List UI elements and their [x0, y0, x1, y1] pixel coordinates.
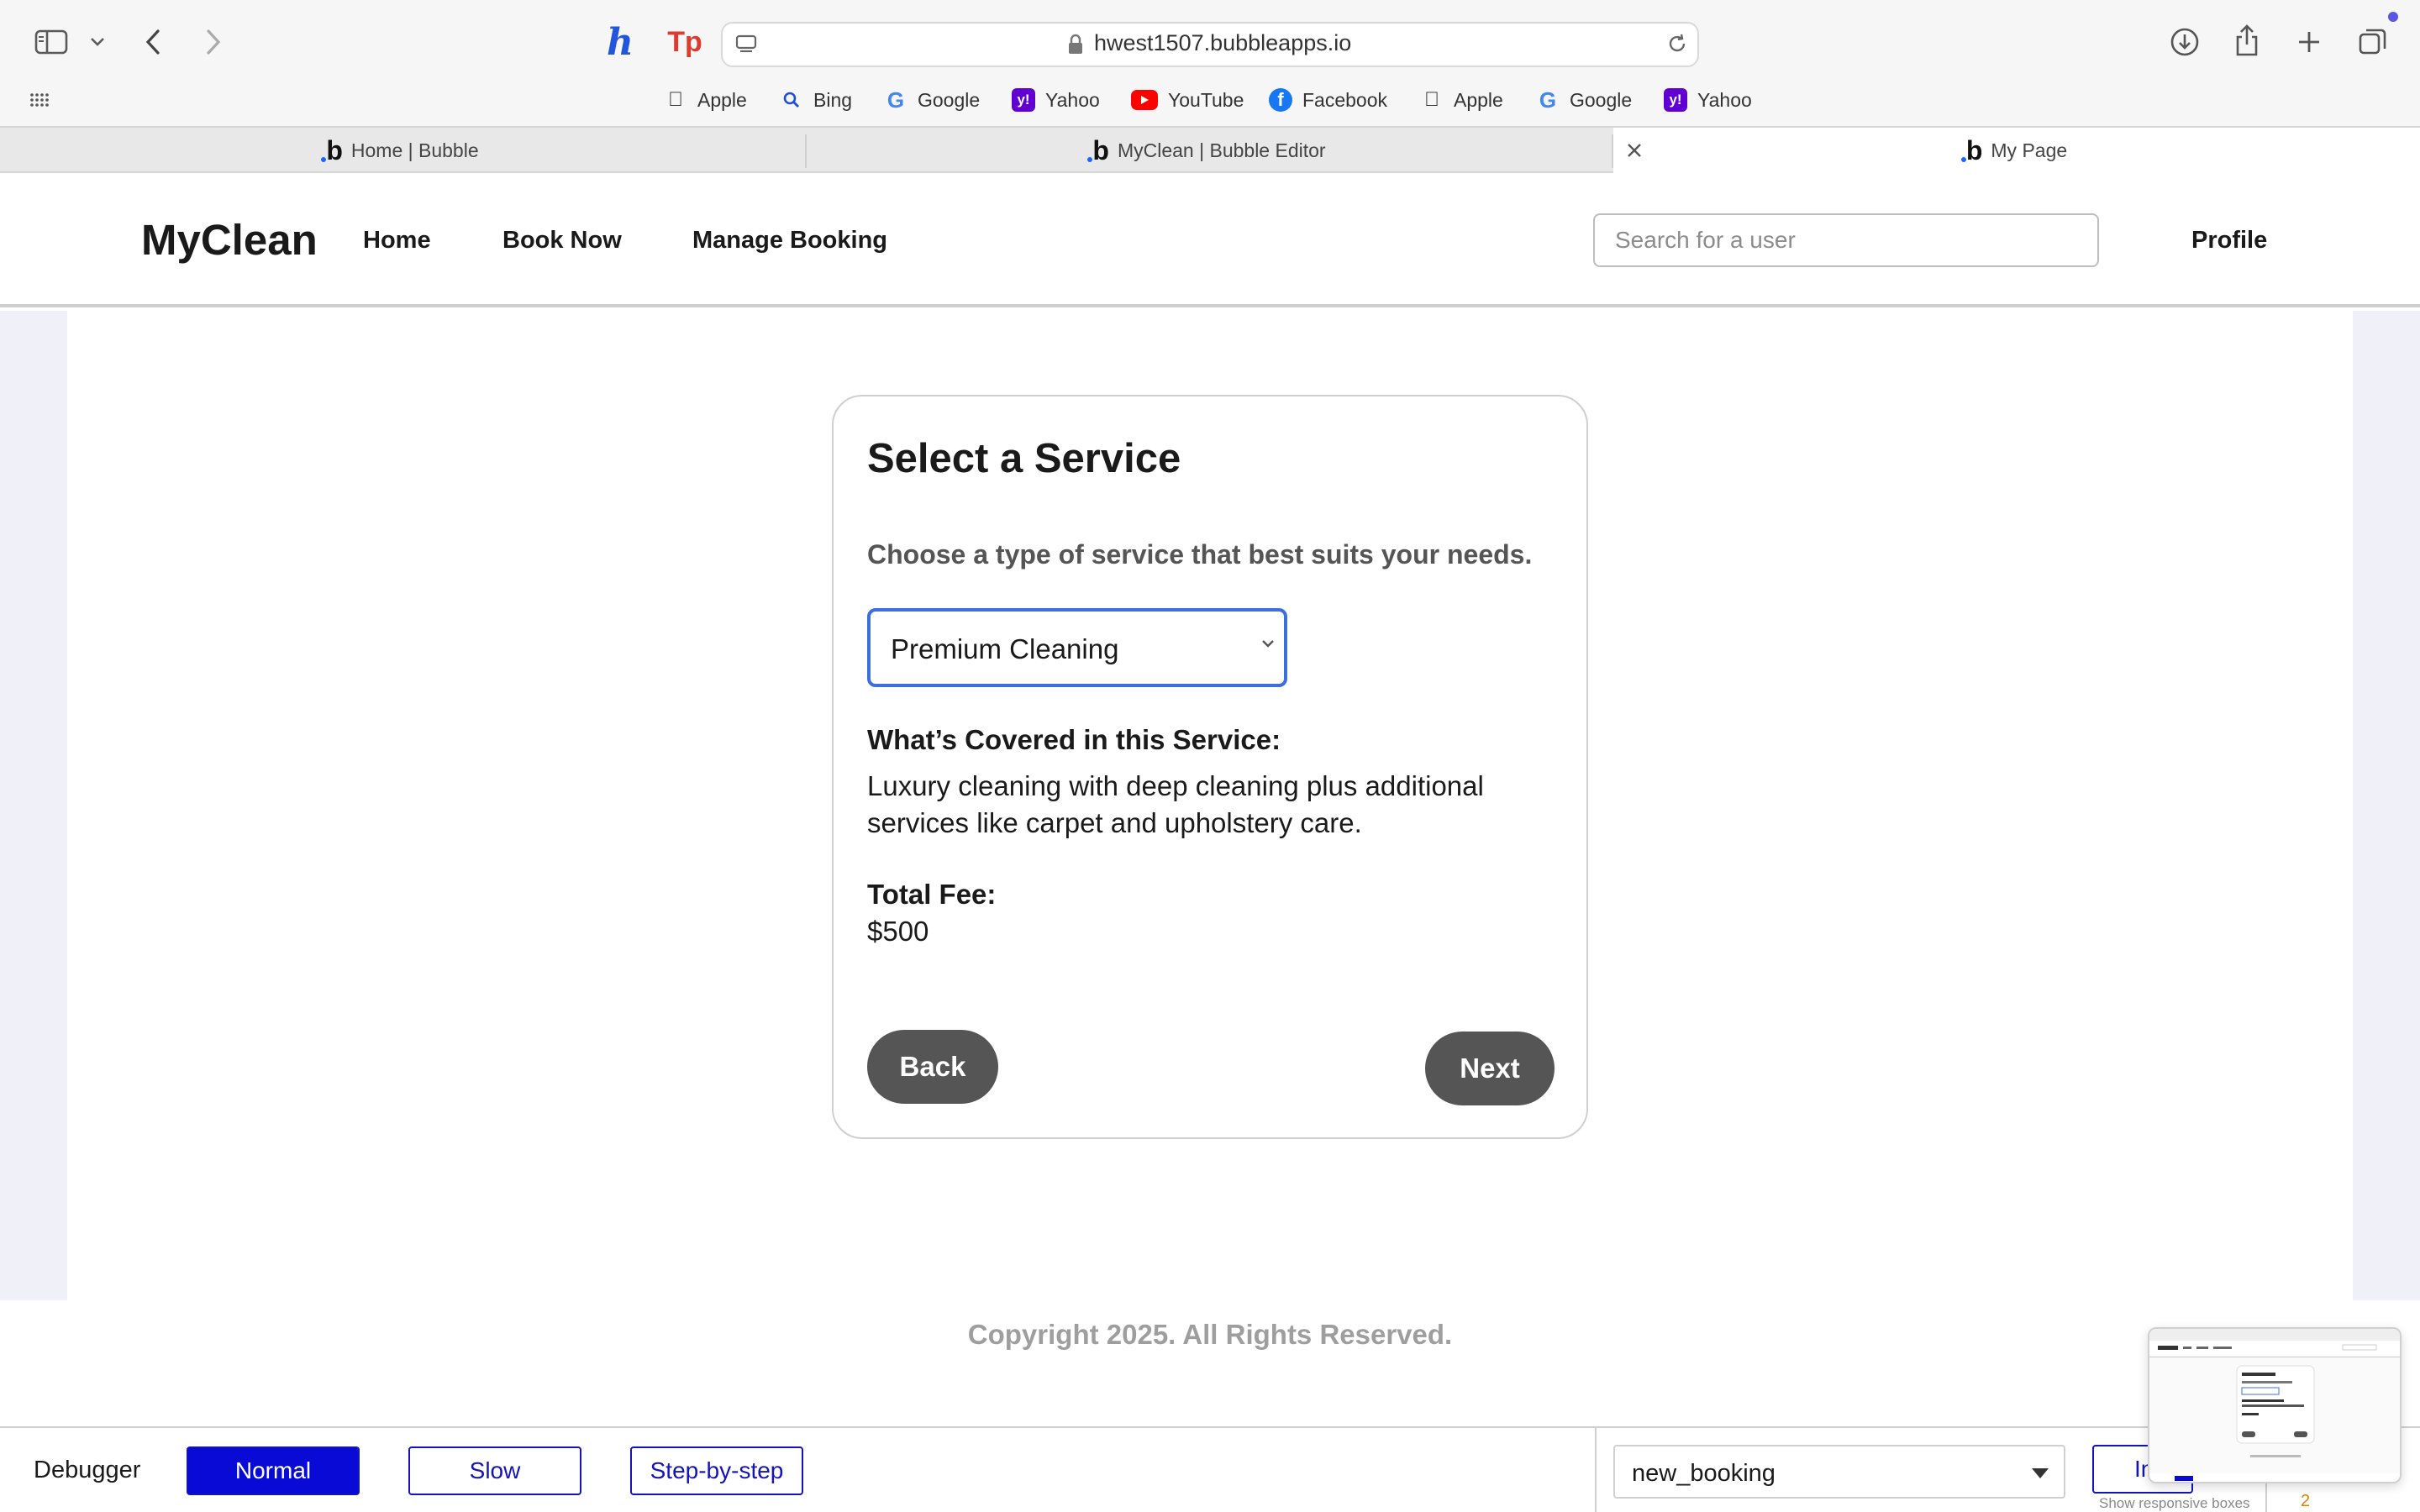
bookmark-youtube[interactable]: YouTube	[1131, 82, 1244, 118]
service-dropdown-value: Premium Cleaning	[891, 633, 1119, 664]
window-preview-thumbnail[interactable]	[2148, 1327, 2402, 1483]
covered-title: What’s Covered in this Service:	[867, 724, 1281, 755]
bookmark-google[interactable]: G Google	[884, 82, 980, 118]
chevron-down-icon[interactable]	[87, 32, 108, 52]
nav-book-now[interactable]: Book Now	[502, 227, 622, 255]
sidebar-icon[interactable]	[32, 27, 71, 57]
bookmark-yahoo[interactable]: y! Yahoo	[1012, 82, 1100, 118]
bookmark-label: Bing	[813, 88, 853, 111]
tab-label: My Page	[1991, 139, 2068, 161]
yahoo-icon: y!	[1664, 88, 1687, 112]
debugger-label: Debugger	[34, 1457, 141, 1483]
covered-description: Luxury cleaning with deep cleaning plus …	[867, 770, 1484, 838]
service-dropdown[interactable]: Premium Cleaning	[867, 608, 1287, 687]
yahoo-icon: y!	[1012, 88, 1035, 112]
tab-home-bubble[interactable]: b Home | Bubble	[0, 128, 805, 173]
brand-logo[interactable]: MyClean	[141, 215, 318, 265]
chevron-down-icon	[1260, 632, 1276, 654]
browser-chrome: h Tp hwest1507.bubbleapps.io  Apple	[0, 0, 2420, 126]
bookmark-google-2[interactable]: G Google	[1536, 82, 1632, 118]
debugger-divider	[2265, 1478, 2267, 1512]
debugger-bar: Debugger Normal Slow Step-by-step new_bo…	[0, 1426, 2420, 1512]
card-title: Select a Service	[867, 436, 1181, 481]
page-menu-icon[interactable]	[733, 32, 760, 57]
bookmark-apple[interactable]:  Apple	[664, 82, 747, 118]
facebook-icon: f	[1269, 88, 1292, 112]
debug-mode-slow[interactable]: Slow	[408, 1446, 581, 1495]
app-header: MyClean Home Book Now Manage Booking Pro…	[0, 175, 2420, 307]
tab-label: MyClean | Bubble Editor	[1117, 139, 1326, 161]
new-tab-icon[interactable]	[2292, 25, 2326, 59]
tab-my-page[interactable]: b My Page	[1613, 128, 2420, 173]
search-icon	[780, 88, 803, 112]
debugger-divider	[1595, 1428, 1597, 1512]
fee-value: $500	[867, 916, 929, 947]
copyright-text: Copyright 2025. All Rights Reserved.	[967, 1319, 1453, 1350]
nav-profile[interactable]: Profile	[2191, 227, 2267, 255]
tab-bar: b Home | Bubble b MyClean | Bubble Edito…	[0, 126, 2420, 173]
bookmark-label: Apple	[697, 88, 747, 111]
share-icon[interactable]	[2230, 22, 2264, 59]
reload-icon[interactable]	[1664, 30, 1691, 57]
notification-dot	[2388, 12, 2398, 22]
google-icon: G	[1539, 87, 1557, 113]
bookmark-label: Facebook	[1302, 88, 1388, 111]
back-icon[interactable]	[139, 25, 166, 59]
workflow-select[interactable]: new_booking	[1613, 1445, 2065, 1499]
bookmark-label: Google	[1570, 88, 1633, 111]
tabs-overview-icon[interactable]	[2356, 25, 2390, 59]
back-button[interactable]: Back	[867, 1030, 998, 1104]
bookmark-yahoo-2[interactable]: y! Yahoo	[1664, 82, 1752, 118]
apple-icon: 	[664, 88, 687, 112]
workflow-select-value: new_booking	[1632, 1460, 1776, 1487]
issue-count[interactable]: 2	[2301, 1492, 2310, 1511]
bubble-logo-icon: b	[1960, 135, 1983, 165]
bookmark-apple-2[interactable]:  Apple	[1420, 82, 1503, 118]
apple-icon: 	[1420, 88, 1444, 112]
fee-title: Total Fee:	[867, 879, 997, 910]
forward-icon[interactable]	[200, 25, 227, 59]
card-subtitle: Choose a type of service that best suits…	[867, 539, 1533, 570]
bookmark-label: Yahoo	[1697, 88, 1752, 111]
extension-tp-label: Tp	[667, 25, 702, 58]
bookmark-label: Yahoo	[1045, 88, 1100, 111]
bookmark-bing[interactable]: Bing	[780, 82, 852, 118]
url-text: hwest1507.bubbleapps.io	[1094, 30, 1352, 55]
tab-bubble-editor[interactable]: b MyClean | Bubble Editor	[807, 128, 1612, 173]
nav-manage-booking[interactable]: Manage Booking	[692, 227, 887, 255]
google-icon: G	[886, 87, 905, 113]
nav-home[interactable]: Home	[363, 227, 431, 255]
close-tab-icon[interactable]	[1622, 138, 1647, 163]
thumbnail-image	[2149, 1329, 2400, 1482]
tab-label: Home | Bubble	[350, 139, 479, 161]
extension-h-label: h	[607, 20, 634, 64]
debug-mode-step[interactable]: Step-by-step	[630, 1446, 803, 1495]
service-card: Select a Service Choose a type of servic…	[832, 395, 1588, 1139]
download-icon[interactable]	[2168, 25, 2202, 59]
bubble-logo-icon: b	[321, 135, 343, 165]
bubble-logo-icon: b	[1087, 135, 1109, 165]
bookmark-facebook[interactable]: f Facebook	[1269, 82, 1387, 118]
search-user-input[interactable]	[1593, 213, 2099, 267]
bookmark-label: Google	[918, 88, 981, 111]
lock-icon	[1065, 32, 1086, 57]
bookmark-label: YouTube	[1168, 88, 1244, 111]
caret-down-icon	[2032, 1468, 2049, 1478]
extension-h-icon[interactable]: h	[602, 21, 639, 64]
bookmarks-bar:  Apple Bing G Google y! Yahoo YouTube f…	[0, 82, 2420, 118]
youtube-icon	[1131, 90, 1158, 110]
next-button[interactable]: Next	[1425, 1032, 1555, 1105]
bookmark-label: Apple	[1454, 88, 1503, 111]
show-responsive-boxes[interactable]: Show responsive boxes	[2099, 1495, 2250, 1512]
debug-mode-normal[interactable]: Normal	[187, 1446, 360, 1495]
extension-tp-icon[interactable]: Tp	[664, 25, 706, 59]
